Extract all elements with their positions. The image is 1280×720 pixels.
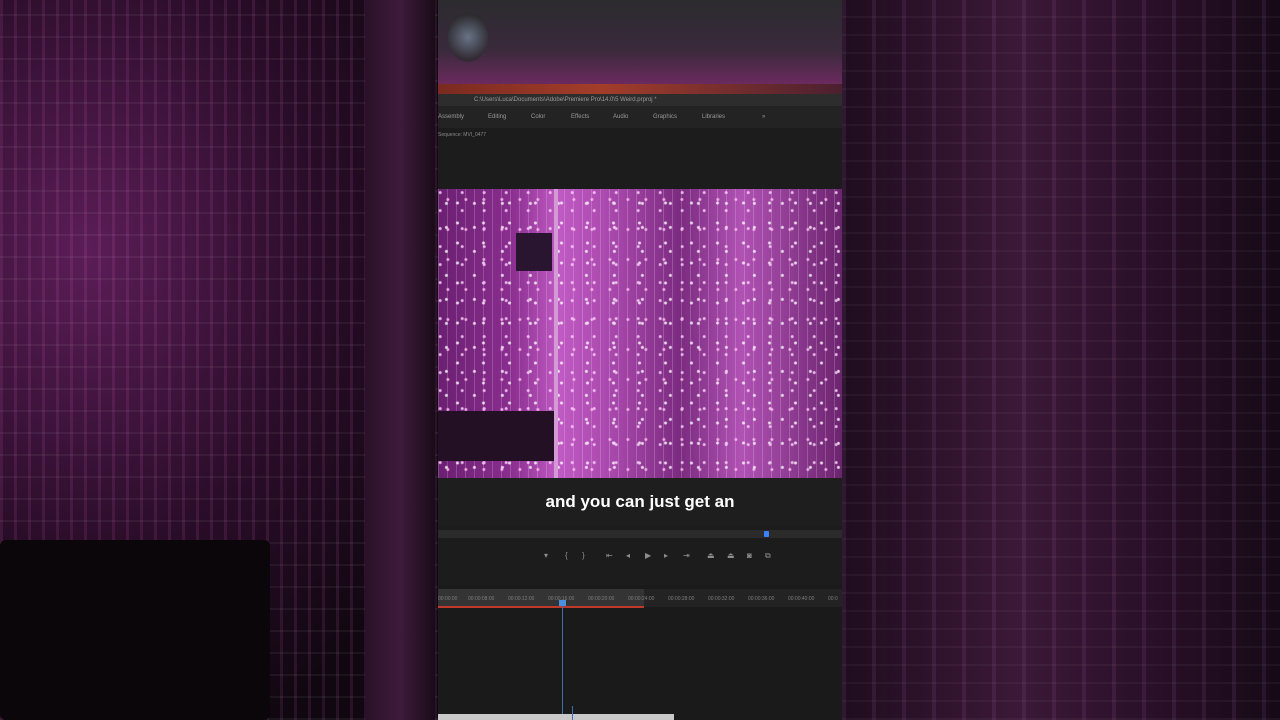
tab-color[interactable]: Color: [531, 114, 545, 120]
step-back-icon[interactable]: ◂: [626, 547, 630, 565]
sequence-label: Sequence: MVI_0477: [438, 132, 487, 138]
play-icon[interactable]: ▶: [645, 547, 651, 565]
monitor-scrub-bar[interactable]: [438, 530, 842, 538]
timeline-clip[interactable]: [438, 714, 674, 720]
blurred-backdrop-right: [842, 0, 1280, 720]
mark-out-icon[interactable]: }: [582, 547, 585, 565]
tab-libraries[interactable]: Libraries: [702, 114, 725, 120]
ruler-timecode: 00:00:40:00: [788, 596, 815, 602]
program-monitor-preview: [438, 189, 842, 478]
workspace-tabs: Assembly Editing Color Effects Audio Gra…: [438, 106, 842, 128]
tab-overflow[interactable]: »: [762, 114, 765, 120]
tab-audio[interactable]: Audio: [613, 114, 628, 120]
go-to-in-icon[interactable]: ⇤: [606, 547, 613, 565]
ruler-timecode: 00:00:24:00: [628, 596, 655, 602]
add-marker-icon[interactable]: ▾: [544, 547, 548, 565]
ruler-timecode: 00:00:32:00: [708, 596, 735, 602]
backdrop-dark-block: [0, 540, 270, 720]
render-bar: [438, 606, 644, 608]
timeline-playhead-line: [562, 602, 563, 720]
ruler-timecode: 00:00:20:00: [588, 596, 615, 602]
extract-icon[interactable]: ⏏: [727, 547, 735, 565]
transport-controls: ▾ { } ⇤ ◂ ▶ ▸ ⇥ ⏏ ⏏ ◙ ⧉: [438, 547, 842, 565]
mirror-edge: [554, 189, 558, 478]
export-frame-icon[interactable]: ◙: [747, 547, 752, 565]
dark-foreground-object: [438, 411, 554, 461]
ruler-timecode: 00:0: [828, 596, 838, 602]
blurred-backdrop-left: [0, 0, 438, 720]
timeline-playhead-handle[interactable]: [559, 600, 566, 606]
subtitle-caption: and you can just get an: [545, 492, 735, 511]
monitor-playhead[interactable]: [764, 531, 769, 537]
button-editor-icon[interactable]: ⧉: [765, 547, 771, 565]
go-to-out-icon[interactable]: ⇥: [683, 547, 690, 565]
camera-silhouette: [516, 233, 552, 271]
ruler-timecode: 00:00:12:00: [508, 596, 535, 602]
tab-effects[interactable]: Effects: [571, 114, 589, 120]
ruler-timecode: 00:00:36:00: [748, 596, 775, 602]
mark-in-icon[interactable]: {: [565, 547, 568, 565]
blurred-highlight: [448, 12, 488, 62]
tab-graphics[interactable]: Graphics: [653, 114, 677, 120]
header-accent-strip: [438, 84, 842, 94]
backdrop-stripe: [365, 0, 435, 720]
video-frame: C:\Users\Luca\Documents\Adobe\Premiere P…: [438, 0, 842, 720]
app-title-bar: C:\Users\Luca\Documents\Adobe\Premiere P…: [438, 94, 842, 106]
ruler-timecode: 00:00:00: [438, 596, 458, 602]
ruler-timecode: 00:00:28:00: [668, 596, 695, 602]
step-forward-icon[interactable]: ▸: [664, 547, 668, 565]
tab-assembly[interactable]: Assembly: [438, 114, 464, 120]
tab-editing[interactable]: Editing: [488, 114, 506, 120]
blurred-header: [438, 0, 842, 84]
ruler-timecode: 00:00:08:00: [468, 596, 495, 602]
clip-playhead-line: [572, 706, 573, 720]
lift-icon[interactable]: ⏏: [707, 547, 715, 565]
